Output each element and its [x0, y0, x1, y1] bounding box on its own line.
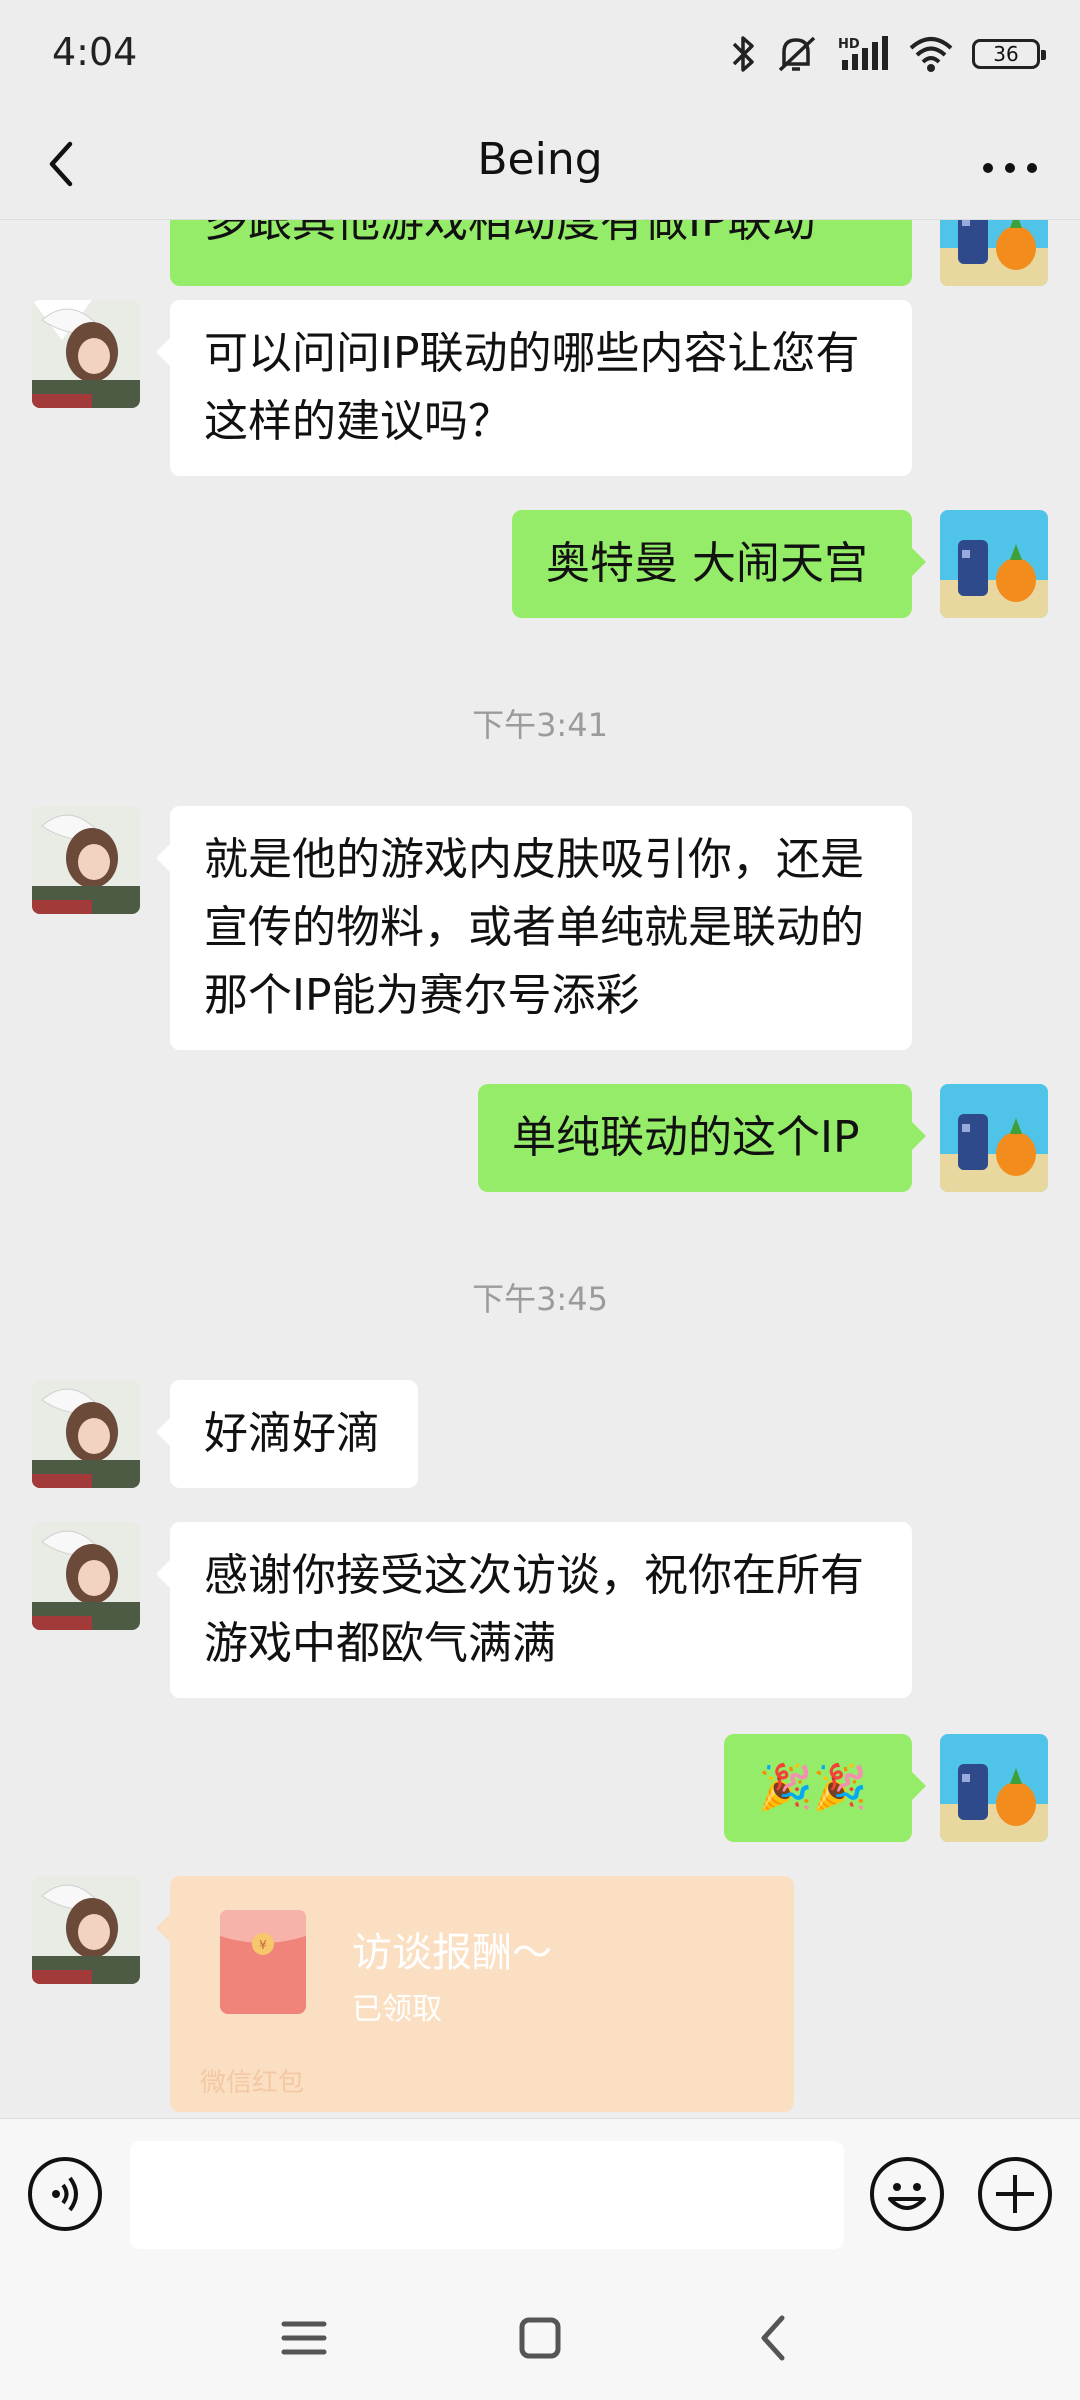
bluetooth-icon — [732, 36, 754, 72]
menu-icon[interactable] — [274, 2310, 334, 2366]
back-icon[interactable] — [744, 2310, 804, 2366]
red-packet-status: 已领取 — [352, 1992, 442, 2027]
svg-text:¥: ¥ — [259, 1938, 267, 1952]
message-bubble-received[interactable]: 感谢你接受这次访谈，祝你在所有游戏中都欧气满满 — [156, 1522, 912, 1698]
red-packet-message[interactable]: ¥ 访谈报酬～ 已领取 微信红包 — [156, 1876, 794, 2112]
emoji-icon[interactable] — [870, 2157, 944, 2231]
message-text: 可以问问IP联动的哪些内容让您有这样的建议吗？ — [204, 328, 860, 447]
contact-avatar[interactable] — [32, 300, 140, 408]
message-text: 就是他的游戏内皮肤吸引你，还是宣传的物料，或者单纯就是联动的那个IP能为赛尔号添… — [204, 834, 864, 1021]
red-packet-label: 微信红包 — [200, 2068, 305, 2098]
contact-avatar[interactable] — [32, 806, 140, 914]
plus-icon[interactable] — [978, 2157, 1052, 2231]
my-avatar[interactable] — [940, 220, 1048, 286]
contact-avatar[interactable] — [32, 1876, 140, 1984]
mute-icon — [778, 36, 816, 72]
message-text: 多跟其他游戏相动度有做IP联动 — [204, 220, 816, 247]
message-text: 好滴好滴 — [204, 1408, 380, 1459]
chat-area[interactable]: 多跟其他游戏相动度有做IP联动 可以问问IP联动的哪些内容让您有这样的建议吗？ … — [0, 220, 1080, 2118]
voice-icon[interactable] — [28, 2157, 102, 2231]
message-bubble-received[interactable]: 可以问问IP联动的哪些内容让您有这样的建议吗？ — [156, 300, 912, 476]
battery-level: 36 — [993, 42, 1019, 66]
status-bar: 4:04 HD 36 — [0, 0, 1080, 108]
my-avatar[interactable] — [940, 1084, 1048, 1192]
red-packet-icon: ¥ — [220, 1910, 306, 2014]
hd-signal-icon: HD — [838, 36, 888, 70]
my-avatar[interactable] — [940, 1734, 1048, 1842]
emoji-message: 🎉🎉 — [758, 1762, 868, 1813]
status-icons: HD 36 — [730, 30, 1046, 78]
message-text: 奥特曼 大闹天宫 — [546, 538, 868, 589]
message-bubble-sent[interactable]: 单纯联动的这个IP — [478, 1084, 926, 1192]
my-avatar[interactable] — [940, 510, 1048, 618]
timestamp: 下午3:45 — [472, 1280, 608, 1318]
red-packet-title: 访谈报酬～ — [352, 1930, 552, 1976]
message-bubble-sent[interactable]: 🎉🎉 — [724, 1734, 926, 1842]
message-bubble-received[interactable]: 好滴好滴 — [156, 1380, 418, 1488]
message-text: 单纯联动的这个IP — [512, 1112, 860, 1163]
battery-icon: 36 — [972, 39, 1046, 69]
svg-text:HD: HD — [838, 37, 860, 52]
message-text: 感谢你接受这次访谈，祝你在所有游戏中都欧气满满 — [204, 1550, 864, 1669]
message-bubble-received[interactable]: 就是他的游戏内皮肤吸引你，还是宣传的物料，或者单纯就是联动的那个IP能为赛尔号添… — [156, 806, 912, 1050]
home-icon[interactable] — [510, 2310, 570, 2366]
message-bubble-sent[interactable]: 奥特曼 大闹天宫 — [512, 510, 926, 618]
chat-title: Being — [477, 134, 603, 185]
system-nav-bar — [0, 2270, 1080, 2400]
message-input[interactable] — [130, 2141, 844, 2249]
status-time: 4:04 — [52, 30, 138, 74]
message-bubble-sent[interactable]: 多跟其他游戏相动度有做IP联动 — [170, 220, 912, 286]
input-bar — [0, 2118, 1080, 2270]
more-dots-icon[interactable] — [970, 138, 1050, 198]
contact-avatar[interactable] — [32, 1380, 140, 1488]
contact-avatar[interactable] — [32, 1522, 140, 1630]
wifi-icon — [909, 37, 953, 72]
timestamp: 下午3:41 — [472, 706, 608, 744]
chat-header: Being — [0, 108, 1080, 220]
